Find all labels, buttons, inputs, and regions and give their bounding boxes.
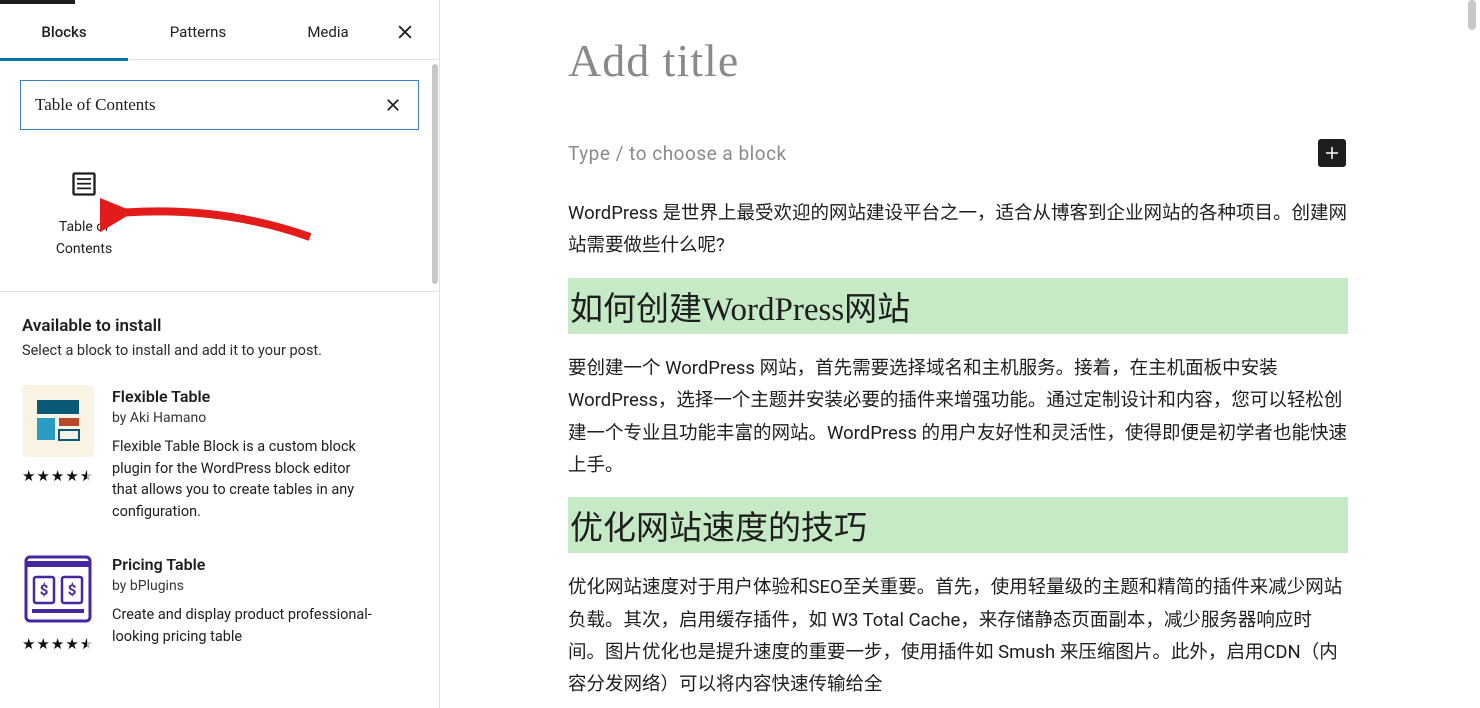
- block-table-of-contents[interactable]: Table of Contents: [14, 164, 154, 261]
- heading-block[interactable]: 如何创建WordPress网站: [568, 278, 1348, 334]
- plugin-icon: [22, 385, 94, 457]
- close-panel-button[interactable]: [387, 14, 423, 50]
- plugin-icon: $ $: [22, 553, 94, 625]
- paragraph-placeholder[interactable]: Type / to choose a block: [568, 142, 787, 165]
- svg-text:$: $: [68, 581, 77, 599]
- plugin-name: Pricing Table: [112, 555, 417, 574]
- search-input[interactable]: [35, 95, 376, 115]
- editor-canvas: Add title Type / to choose a block WordP…: [440, 0, 1480, 708]
- paragraph-block[interactable]: 要创建一个 WordPress 网站，首先需要选择域名和主机服务。接着，在主机面…: [568, 352, 1348, 482]
- tab-patterns[interactable]: Patterns: [128, 4, 268, 60]
- clear-search-button[interactable]: [376, 88, 410, 122]
- top-stripe: [0, 0, 75, 4]
- plugin-flexible-table[interactable]: ★★★★★ Flexible Table by Aki Hamano Flexi…: [22, 385, 417, 523]
- heading-block[interactable]: 优化网站速度的技巧: [568, 497, 1348, 553]
- search-results: Table of Contents: [0, 134, 439, 292]
- available-title: Available to install: [22, 316, 417, 336]
- tab-label: Media: [307, 23, 348, 41]
- post-content[interactable]: WordPress 是世界上最受欢迎的网站建设平台之一，适合从博客到企业网站的各…: [568, 197, 1348, 701]
- close-icon: [384, 96, 402, 114]
- plus-icon: [1323, 144, 1341, 162]
- tab-blocks[interactable]: Blocks: [0, 4, 128, 60]
- available-subtitle: Select a block to install and add it to …: [22, 342, 417, 359]
- svg-text:$: $: [40, 581, 49, 599]
- close-icon: [395, 22, 415, 42]
- post-title-input[interactable]: Add title: [568, 34, 1348, 87]
- plugin-desc: Create and display product professional-…: [112, 604, 372, 648]
- plugin-pricing-table[interactable]: $ $ ★★★★★ Pricing Table by bPlugins Crea…: [22, 553, 417, 653]
- block-search-box[interactable]: [20, 80, 419, 130]
- plugin-author: by Aki Hamano: [112, 410, 417, 426]
- paragraph-block[interactable]: 优化网站速度对于用户体验和SEO至关重要。首先，使用轻量级的主题和精简的插件来减…: [568, 571, 1348, 701]
- plugin-rating: ★★★★★: [22, 467, 94, 485]
- block-inserter-panel: Blocks Patterns Media: [0, 0, 440, 708]
- tab-label: Blocks: [41, 23, 86, 41]
- available-to-install: Available to install Select a block to i…: [0, 292, 439, 683]
- main-scrollbar[interactable]: [1468, 0, 1476, 30]
- plugin-author: by bPlugins: [112, 578, 417, 594]
- tab-media[interactable]: Media: [268, 4, 388, 60]
- tab-label: Patterns: [170, 23, 226, 41]
- plugin-rating: ★★★★★: [22, 635, 94, 653]
- add-block-button[interactable]: [1318, 139, 1346, 167]
- inserter-tabs: Blocks Patterns Media: [0, 4, 439, 60]
- block-label-line2: Contents: [56, 241, 112, 257]
- plugin-name: Flexible Table: [112, 387, 417, 406]
- paragraph-block[interactable]: WordPress 是世界上最受欢迎的网站建设平台之一，适合从博客到企业网站的各…: [568, 197, 1348, 262]
- plugin-desc: Flexible Table Block is a custom block p…: [112, 436, 372, 523]
- table-of-contents-icon: [70, 170, 98, 198]
- block-label-line1: Table of: [59, 219, 109, 235]
